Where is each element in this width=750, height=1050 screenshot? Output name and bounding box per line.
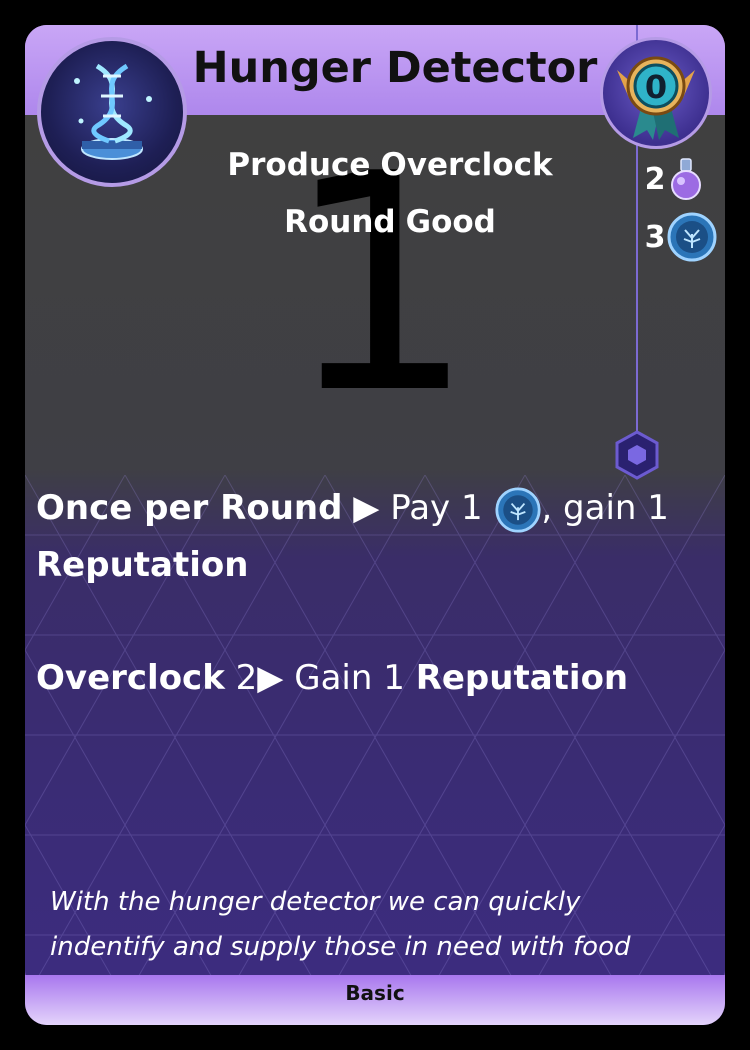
points-badge: 0 (600, 37, 712, 149)
keyword-tags: Produce Overclock Round Good (205, 137, 575, 251)
ability2-text: Gain 1 (294, 658, 405, 698)
arrow-right-icon: ▶ (257, 658, 284, 698)
ability2-trigger: Overclock (36, 658, 225, 698)
tag-round: Round (284, 204, 396, 240)
tree-token-icon (667, 212, 717, 262)
flavor-line-1: With the hunger detector we can quickly (50, 887, 581, 917)
cost-tree-token: 3 (643, 212, 717, 262)
arrow-right-icon: ▶ (353, 488, 380, 528)
game-card[interactable]: 1 Produce Overclock Round Good 2 3 Once pe… (25, 25, 725, 1025)
ability2-reputation: Reputation (415, 658, 629, 698)
badge-value: 0 (645, 68, 667, 106)
dna-icon (74, 63, 152, 160)
ability-overclock: Overclock 2▶ Gain 1 Reputation (36, 650, 696, 707)
cost-tree-token-amount: 3 (644, 219, 666, 255)
tag-produce: Produce (227, 147, 371, 183)
ability1-text-a: Pay 1 (390, 488, 483, 528)
flavor-text: With the hunger detector we can quickly … (50, 880, 690, 970)
ability1-text-b: , gain 1 (541, 488, 669, 528)
rarity-label: Basic (345, 981, 405, 1005)
tag-good: Good (405, 204, 496, 240)
card-title: Hunger Detector (192, 43, 598, 93)
ability2-value: 2 (235, 658, 258, 698)
ability1-reputation: Reputation (36, 545, 249, 585)
cost-potion-amount: 2 (644, 161, 666, 197)
medal-icon: 0 (617, 56, 695, 140)
card-art-medallion (37, 37, 187, 187)
hexagon-marker-icon (615, 430, 659, 480)
tag-overclock: Overclock (380, 147, 553, 183)
ability-once-per-round: Once per Round ▶ Pay 1 , gain 1 Reputati… (36, 480, 696, 594)
ability1-trigger: Once per Round (36, 488, 343, 528)
potion-icon (671, 158, 701, 200)
tree-token-icon (495, 486, 541, 533)
flavor-line-2: indentify and supply those in need with … (50, 932, 631, 962)
cost-potion: 2 (643, 157, 705, 201)
